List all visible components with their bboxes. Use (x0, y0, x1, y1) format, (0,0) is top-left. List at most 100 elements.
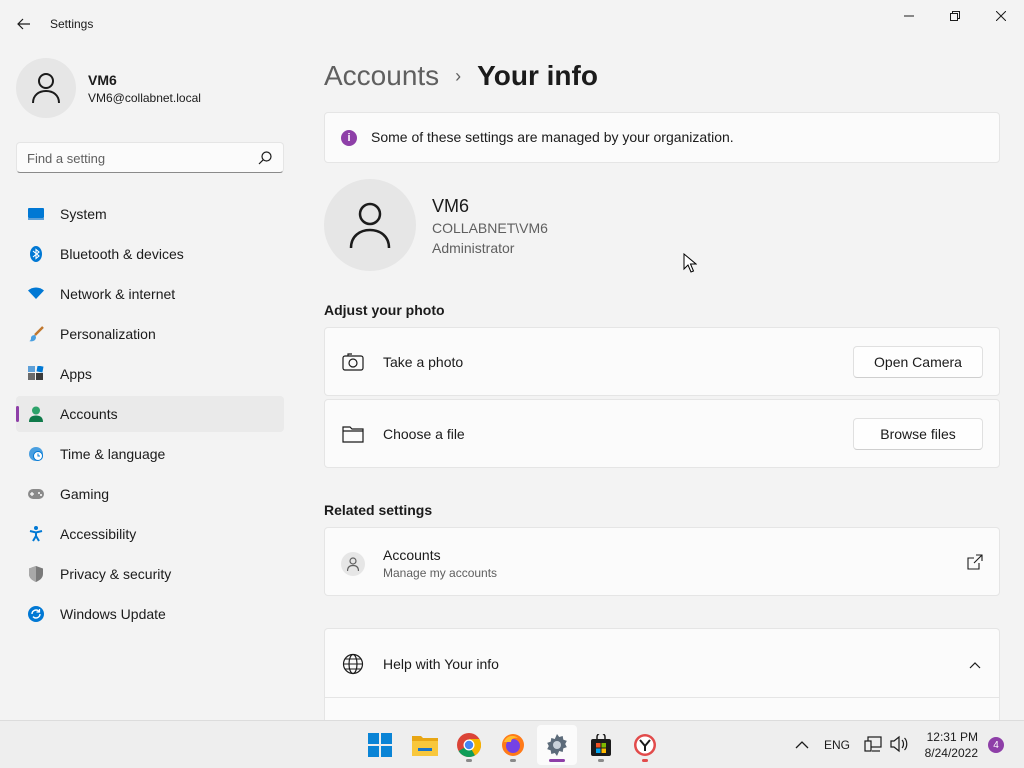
take-photo-row: Take a photo Open Camera (324, 327, 1000, 396)
info-icon: i (341, 130, 357, 146)
related-accounts-subtitle: Manage my accounts (383, 566, 498, 580)
clock-date: 8/24/2022 (924, 746, 978, 760)
maximize-button[interactable] (932, 0, 978, 32)
profile-email: VM6@collabnet.local (88, 91, 201, 105)
sidebar-item-label: Gaming (60, 486, 110, 502)
shield-icon (28, 566, 44, 582)
managed-by-org-banner: i Some of these settings are managed by … (324, 112, 1000, 163)
take-photo-label: Take a photo (383, 354, 464, 370)
user-avatar (324, 179, 416, 271)
chevron-up-icon[interactable] (792, 735, 812, 755)
wifi-icon (28, 286, 44, 302)
section-title-related-settings: Related settings (324, 502, 433, 518)
sidebar-item-windows-update[interactable]: Windows Update (16, 596, 284, 632)
person-icon (341, 552, 365, 576)
restore-icon (950, 11, 960, 21)
help-your-info-expander[interactable]: Help with Your info (324, 628, 1000, 728)
accounts-icon (28, 406, 44, 422)
mouse-cursor-icon (683, 253, 697, 273)
input-language[interactable]: ENG (824, 738, 850, 752)
gamepad-icon (28, 486, 44, 502)
profile-avatar[interactable] (16, 58, 76, 118)
choose-file-row: Choose a file Browse files (324, 399, 1000, 468)
sidebar-item-label: Accessibility (60, 526, 137, 542)
start-icon (368, 733, 392, 757)
divider (325, 697, 999, 698)
clock-time: 12:31 PM (926, 730, 978, 744)
globe-icon (342, 653, 364, 675)
chevron-up-icon[interactable] (967, 657, 983, 673)
file-explorer-icon (412, 736, 438, 756)
clock[interactable]: 12:31 PM 8/24/2022 (918, 729, 978, 761)
sidebar-item-personalization[interactable]: Personalization (16, 316, 284, 352)
taskbar: ENG 12:31 PM 8/24/2022 4 (0, 720, 1024, 768)
store-icon (591, 734, 611, 756)
sidebar-item-label: Network & internet (60, 286, 176, 302)
sidebar-item-bluetooth[interactable]: Bluetooth & devices (16, 236, 284, 272)
taskbar-firefox[interactable] (493, 725, 533, 765)
taskbar-file-explorer[interactable] (405, 725, 445, 765)
app-icon (634, 734, 656, 756)
close-button[interactable] (978, 0, 1024, 32)
user-name: VM6 (432, 196, 470, 216)
related-accounts-title: Accounts (383, 547, 441, 563)
taskbar-store[interactable] (581, 725, 621, 765)
page-title: Your info (477, 60, 598, 91)
sidebar-item-label: Privacy & security (60, 566, 172, 582)
taskbar-settings[interactable] (537, 725, 577, 765)
back-button[interactable] (12, 12, 36, 36)
browse-files-button[interactable]: Browse files (853, 418, 983, 450)
app-title: Settings (50, 17, 94, 31)
volume-icon[interactable] (890, 735, 908, 753)
person-icon (32, 73, 60, 104)
notification-badge[interactable]: 4 (988, 737, 1004, 753)
sidebar-item-gaming[interactable]: Gaming (16, 476, 284, 512)
sidebar-item-accounts[interactable]: Accounts (16, 396, 284, 432)
folder-icon (342, 424, 364, 444)
related-accounts-link[interactable]: Accounts Manage my accounts (324, 527, 1000, 596)
breadcrumb-parent[interactable]: Accounts (324, 60, 439, 92)
open-camera-button[interactable]: Open Camera (853, 346, 983, 378)
sidebar-item-label: Accounts (60, 406, 118, 422)
sidebar-item-accessibility[interactable]: Accessibility (16, 516, 284, 552)
search-icon[interactable] (257, 150, 273, 166)
sidebar-item-label: Bluetooth & devices (60, 246, 184, 262)
system-icon (28, 206, 44, 222)
sidebar-item-network[interactable]: Network & internet (16, 276, 284, 312)
section-title-adjust-photo: Adjust your photo (324, 302, 445, 318)
person-icon (349, 202, 391, 249)
camera-icon (342, 352, 364, 372)
minimize-button[interactable] (886, 0, 932, 32)
network-icon[interactable] (864, 735, 882, 753)
sidebar-item-label: System (60, 206, 107, 222)
sidebar-item-label: Apps (60, 366, 92, 382)
banner-text: Some of these settings are managed by yo… (371, 129, 734, 145)
sidebar-item-privacy-security[interactable]: Privacy & security (16, 556, 284, 592)
user-domain-account: COLLABNET\VM6 (432, 220, 548, 236)
accessibility-icon (28, 526, 44, 542)
globe-clock-icon (28, 446, 44, 462)
back-arrow-icon (17, 18, 30, 30)
running-indicator (510, 759, 516, 762)
running-indicator (598, 759, 604, 762)
breadcrumb-separator: › (455, 65, 462, 86)
sidebar-item-system[interactable]: System (16, 196, 284, 232)
title-bar: Settings (0, 0, 1024, 48)
sidebar-item-time-language[interactable]: Time & language (16, 436, 284, 472)
bluetooth-icon (28, 246, 44, 262)
chrome-icon (457, 733, 481, 757)
external-link-icon (967, 554, 983, 570)
search-box[interactable] (16, 142, 284, 173)
close-icon (996, 11, 1006, 21)
taskbar-app[interactable] (625, 725, 665, 765)
taskbar-chrome[interactable] (449, 725, 489, 765)
sidebar-item-label: Windows Update (60, 606, 166, 622)
sidebar-item-label: Personalization (60, 326, 156, 342)
search-input[interactable] (27, 149, 247, 167)
start-button[interactable] (360, 725, 400, 765)
update-icon (28, 606, 44, 622)
sidebar-item-apps[interactable]: Apps (16, 356, 284, 392)
running-indicator (466, 759, 472, 762)
sidebar-nav: System Bluetooth & devices Network & int… (16, 196, 284, 636)
settings-icon (547, 734, 567, 756)
